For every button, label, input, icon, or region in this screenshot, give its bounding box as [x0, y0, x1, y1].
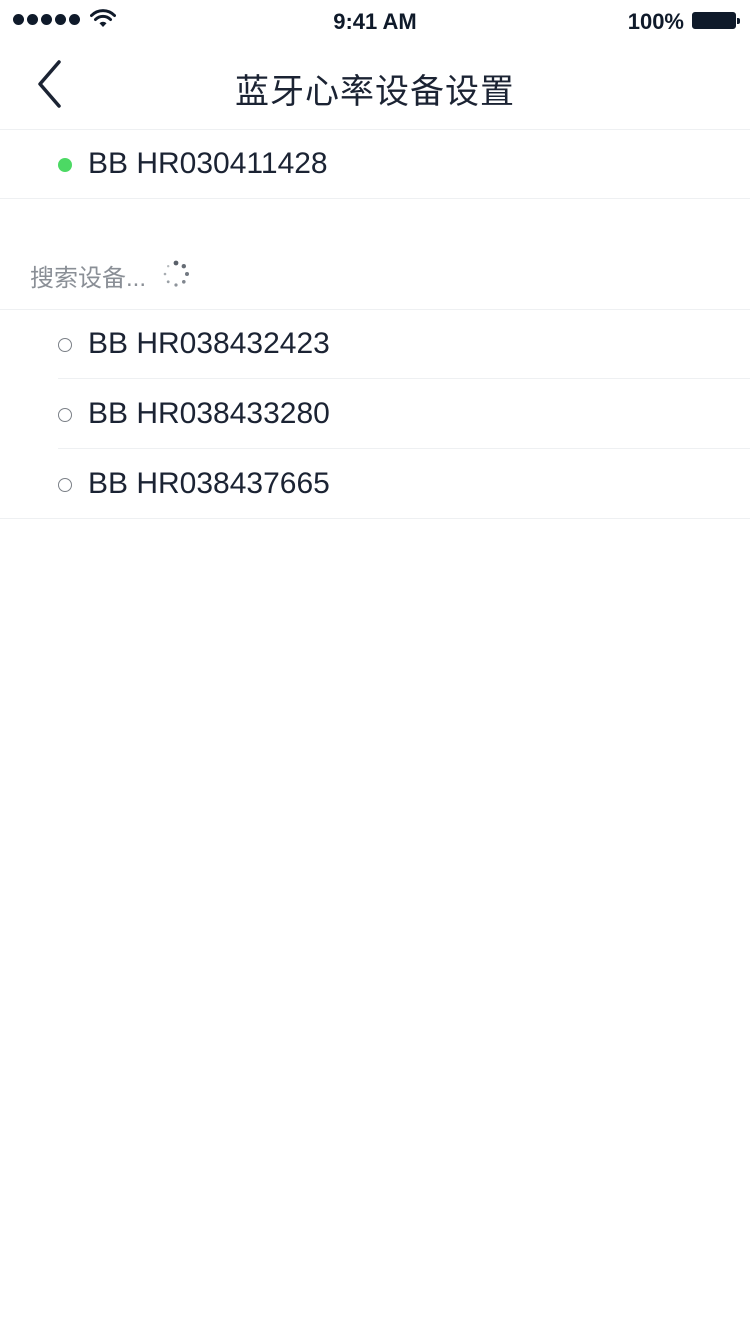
device-name: BB HR038437665	[88, 467, 330, 500]
radio-unselected-icon	[58, 408, 72, 422]
device-row[interactable]: BB HR038432423	[0, 310, 750, 380]
connected-device-row[interactable]: BB HR030411428	[0, 130, 750, 200]
device-row[interactable]: BB HR038437665	[0, 450, 750, 520]
status-bar: 9:41 AM 100%	[0, 0, 750, 42]
divider	[0, 198, 750, 199]
search-status-label: 搜索设备...	[30, 265, 147, 292]
device-row[interactable]: BB HR038433280	[0, 380, 750, 450]
radio-unselected-icon	[58, 338, 72, 352]
divider	[0, 518, 750, 519]
page-title: 蓝牙心率设备设置	[235, 73, 515, 111]
loading-spinner-icon	[163, 260, 189, 287]
connected-status-icon	[58, 158, 72, 172]
battery-percent: 100%	[627, 9, 684, 34]
connected-device-name: BB HR030411428	[88, 147, 328, 180]
divider	[58, 378, 750, 379]
radio-unselected-icon	[58, 478, 72, 492]
device-name: BB HR038432423	[88, 327, 330, 360]
nav-bar: 蓝牙心率设备设置	[0, 42, 750, 130]
battery-icon	[692, 12, 740, 29]
device-name: BB HR038433280	[88, 397, 330, 430]
divider	[58, 448, 750, 449]
screen: 9:41 AM 100% 蓝牙心率设备设置 BB HR030411428 搜索设…	[0, 0, 750, 1334]
